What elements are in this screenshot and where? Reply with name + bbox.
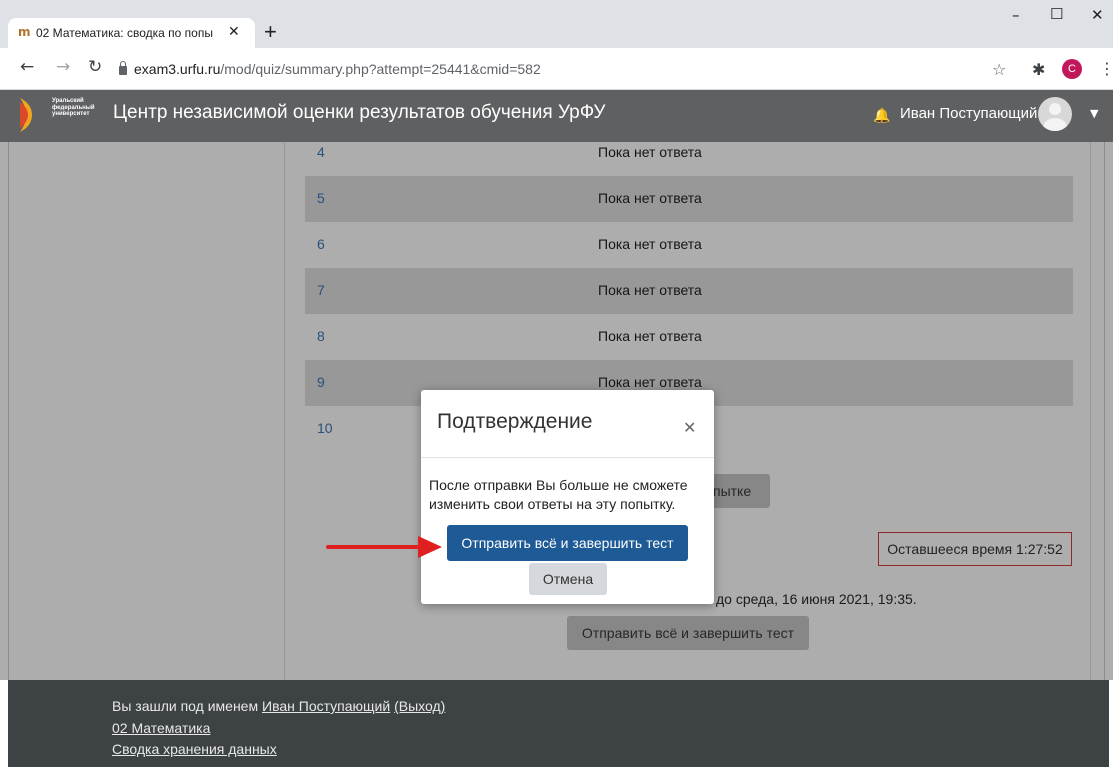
reload-icon[interactable]: ↻ (88, 57, 102, 77)
logo-text: Уральский федеральный университет (52, 98, 95, 117)
profile-avatar[interactable]: C (1062, 59, 1082, 79)
footer-course-line: 02 Математика (112, 720, 210, 736)
footer-data-line: Сводка хранения данных (112, 741, 277, 757)
lock-icon[interactable] (119, 61, 127, 75)
minimize-icon[interactable]: – (1012, 6, 1020, 24)
logout-link[interactable]: (Выход) (394, 698, 445, 714)
new-tab-icon[interactable]: + (264, 19, 277, 45)
notifications-bell-icon[interactable]: 🔔 (873, 108, 890, 124)
data-retention-summary-link[interactable]: Сводка хранения данных (112, 741, 277, 757)
extensions-icon[interactable]: ✱ (1032, 60, 1045, 79)
cancel-button[interactable]: Отмена (529, 563, 607, 595)
confirm-submit-button[interactable]: Отправить всё и завершить тест (447, 525, 688, 561)
url-path: /mod/quiz/summary.php?attempt=25441&cmid… (220, 61, 541, 77)
forward-icon[interactable]: → (56, 57, 70, 77)
tab-title: 02 Математика: сводка по попы (36, 26, 213, 40)
browser-tab-bar: m 02 Математика: сводка по попы ✕ + – ☐ … (0, 0, 1113, 48)
urfu-logo[interactable]: Уральский федеральный университет (20, 96, 110, 136)
browser-tab[interactable]: m 02 Математика: сводка по попы ✕ (8, 18, 255, 48)
back-icon[interactable]: ← (20, 57, 34, 77)
footer-user-link[interactable]: Иван Поступающий (262, 698, 390, 714)
window-close-icon[interactable]: ✕ (1091, 6, 1104, 24)
chevron-down-icon[interactable]: ▼ (1090, 107, 1098, 120)
star-icon[interactable]: ☆ (992, 60, 1006, 79)
dialog-title: Подтверждение (437, 410, 593, 433)
red-arrow-icon (326, 536, 442, 558)
tab-close-icon[interactable]: ✕ (228, 23, 240, 40)
moodle-favicon-icon: m (18, 25, 31, 39)
maximize-icon[interactable]: ☐ (1050, 5, 1063, 23)
dialog-divider (421, 457, 714, 458)
dialog-message: После отправки Вы больше не сможете изме… (429, 477, 688, 512)
logged-in-info: Вы зашли под именем Иван Поступающий (Вы… (112, 698, 445, 714)
menu-icon[interactable]: ⋮ (1099, 59, 1113, 78)
close-icon[interactable]: ✕ (683, 418, 696, 437)
urfu-logo-mark-icon (20, 98, 32, 132)
site-name[interactable]: Центр независимой оценки результатов обу… (113, 102, 605, 124)
user-menu-name[interactable]: Иван Поступающий (900, 105, 1037, 122)
url-host: exam3.urfu.ru (134, 61, 221, 77)
course-link[interactable]: 02 Математика (112, 720, 210, 736)
address-bar[interactable]: exam3.urfu.ru/mod/quiz/summary.php?attem… (134, 61, 541, 77)
logged-in-prefix: Вы зашли под именем (112, 698, 262, 714)
page-footer: Вы зашли под именем Иван Поступающий (Вы… (8, 680, 1109, 767)
user-avatar[interactable] (1038, 97, 1072, 131)
